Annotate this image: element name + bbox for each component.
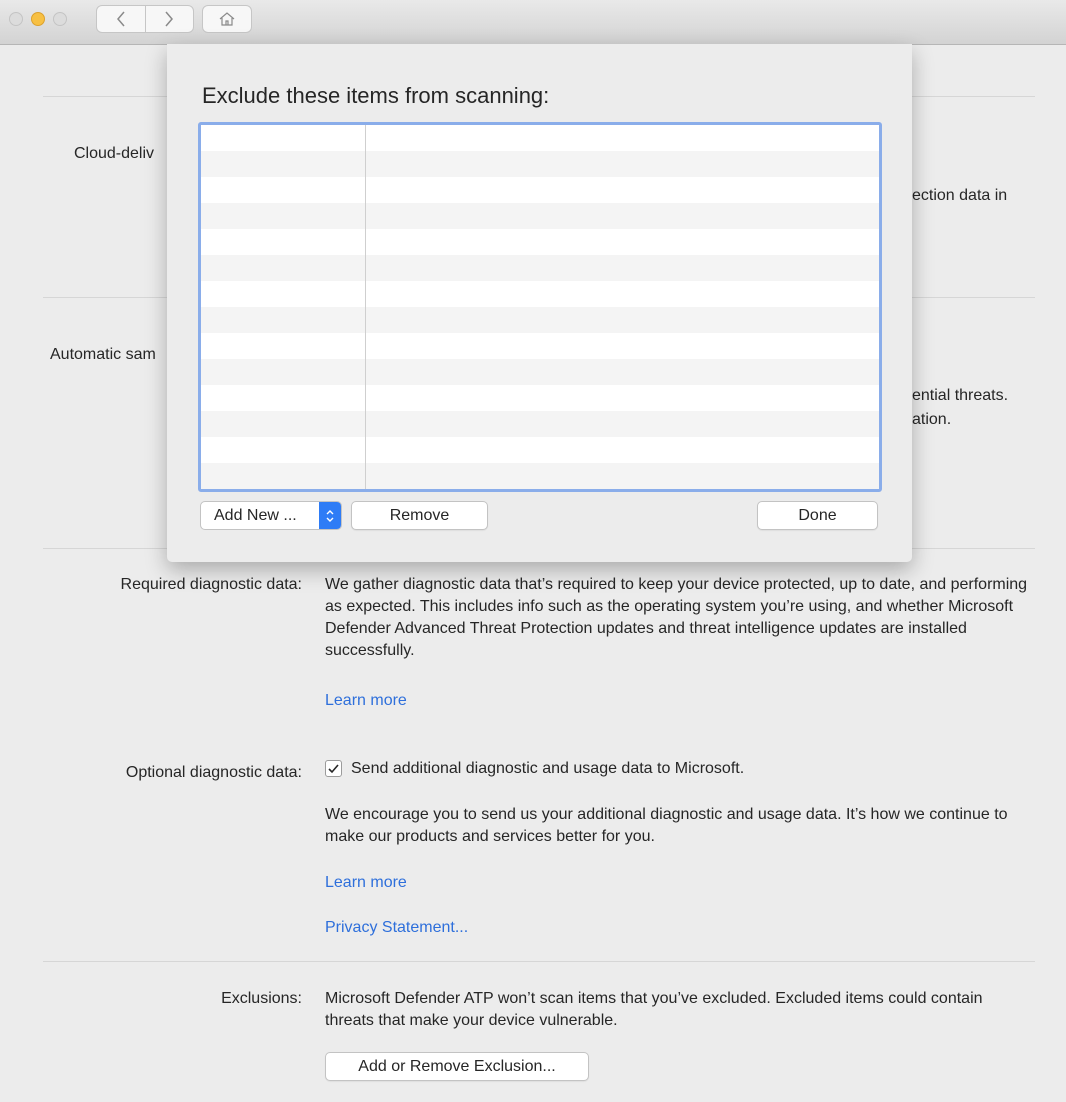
chevron-left-icon <box>116 11 125 27</box>
close-window-button[interactable] <box>9 12 23 26</box>
home-button[interactable] <box>202 5 252 33</box>
minimize-window-button[interactable] <box>31 12 45 26</box>
back-button[interactable] <box>97 6 145 32</box>
privacy-statement-link[interactable]: Privacy Statement... <box>325 919 468 937</box>
required-learn-more-link[interactable]: Learn more <box>325 692 407 710</box>
optional-diagnostic-checkbox[interactable] <box>325 760 342 777</box>
table-row <box>201 151 879 177</box>
table-row <box>201 333 879 359</box>
separator <box>43 961 1035 962</box>
table-row <box>201 359 879 385</box>
table-row <box>201 411 879 437</box>
optional-diagnostic-checkbox-label[interactable]: Send additional diagnostic and usage dat… <box>351 760 744 778</box>
table-row <box>201 307 879 333</box>
home-icon <box>219 12 235 26</box>
table-body <box>201 125 879 489</box>
zoom-window-button[interactable] <box>53 12 67 26</box>
checkmark-icon <box>328 763 339 773</box>
up-down-chevron-icon <box>319 502 341 529</box>
table-row <box>201 437 879 463</box>
table-row <box>201 203 879 229</box>
automatic-sample-text-2: ation. <box>912 411 952 428</box>
optional-diagnostic-label: Optional diagnostic data: <box>125 764 302 781</box>
cloud-delivered-label: Cloud-deliv <box>74 145 155 162</box>
remove-button[interactable]: Remove <box>351 501 488 530</box>
forward-button[interactable] <box>144 6 194 32</box>
table-row <box>201 281 879 307</box>
optional-learn-more-link[interactable]: Learn more <box>325 874 407 892</box>
table-row <box>201 229 879 255</box>
automatic-sample-label: Automatic sam <box>50 346 156 363</box>
required-diagnostic-label: Required diagnostic data: <box>120 576 302 593</box>
table-row <box>201 489 879 492</box>
table-row <box>201 125 879 151</box>
add-remove-exclusion-button[interactable]: Add or Remove Exclusion... <box>325 1052 589 1081</box>
column-divider[interactable] <box>365 125 366 489</box>
exclusions-sheet: Exclude these items from scanning: Add N… <box>167 44 912 562</box>
automatic-sample-text-1: ential threats. <box>912 387 1009 404</box>
table-row <box>201 177 879 203</box>
chevron-right-icon <box>165 11 174 27</box>
sheet-title: Exclude these items from scanning: <box>202 83 550 108</box>
title-bar <box>0 0 1066 45</box>
table-row <box>201 385 879 411</box>
table-row <box>201 463 879 489</box>
exclusions-label: Exclusions: <box>221 990 302 1007</box>
cloud-delivered-text: ection data in <box>912 187 1008 204</box>
exclusions-table[interactable] <box>198 122 882 492</box>
done-button[interactable]: Done <box>757 501 878 530</box>
add-new-label: Add New ... <box>214 506 297 524</box>
table-row <box>201 255 879 281</box>
optional-diagnostic-text: We encourage you to send us your additio… <box>325 806 1008 845</box>
back-forward-control <box>96 5 194 33</box>
add-new-popup-button[interactable]: Add New ... <box>200 501 342 530</box>
exclusions-text: Microsoft Defender ATP won’t scan items … <box>325 990 983 1029</box>
required-diagnostic-text: We gather diagnostic data that’s require… <box>325 576 1028 659</box>
